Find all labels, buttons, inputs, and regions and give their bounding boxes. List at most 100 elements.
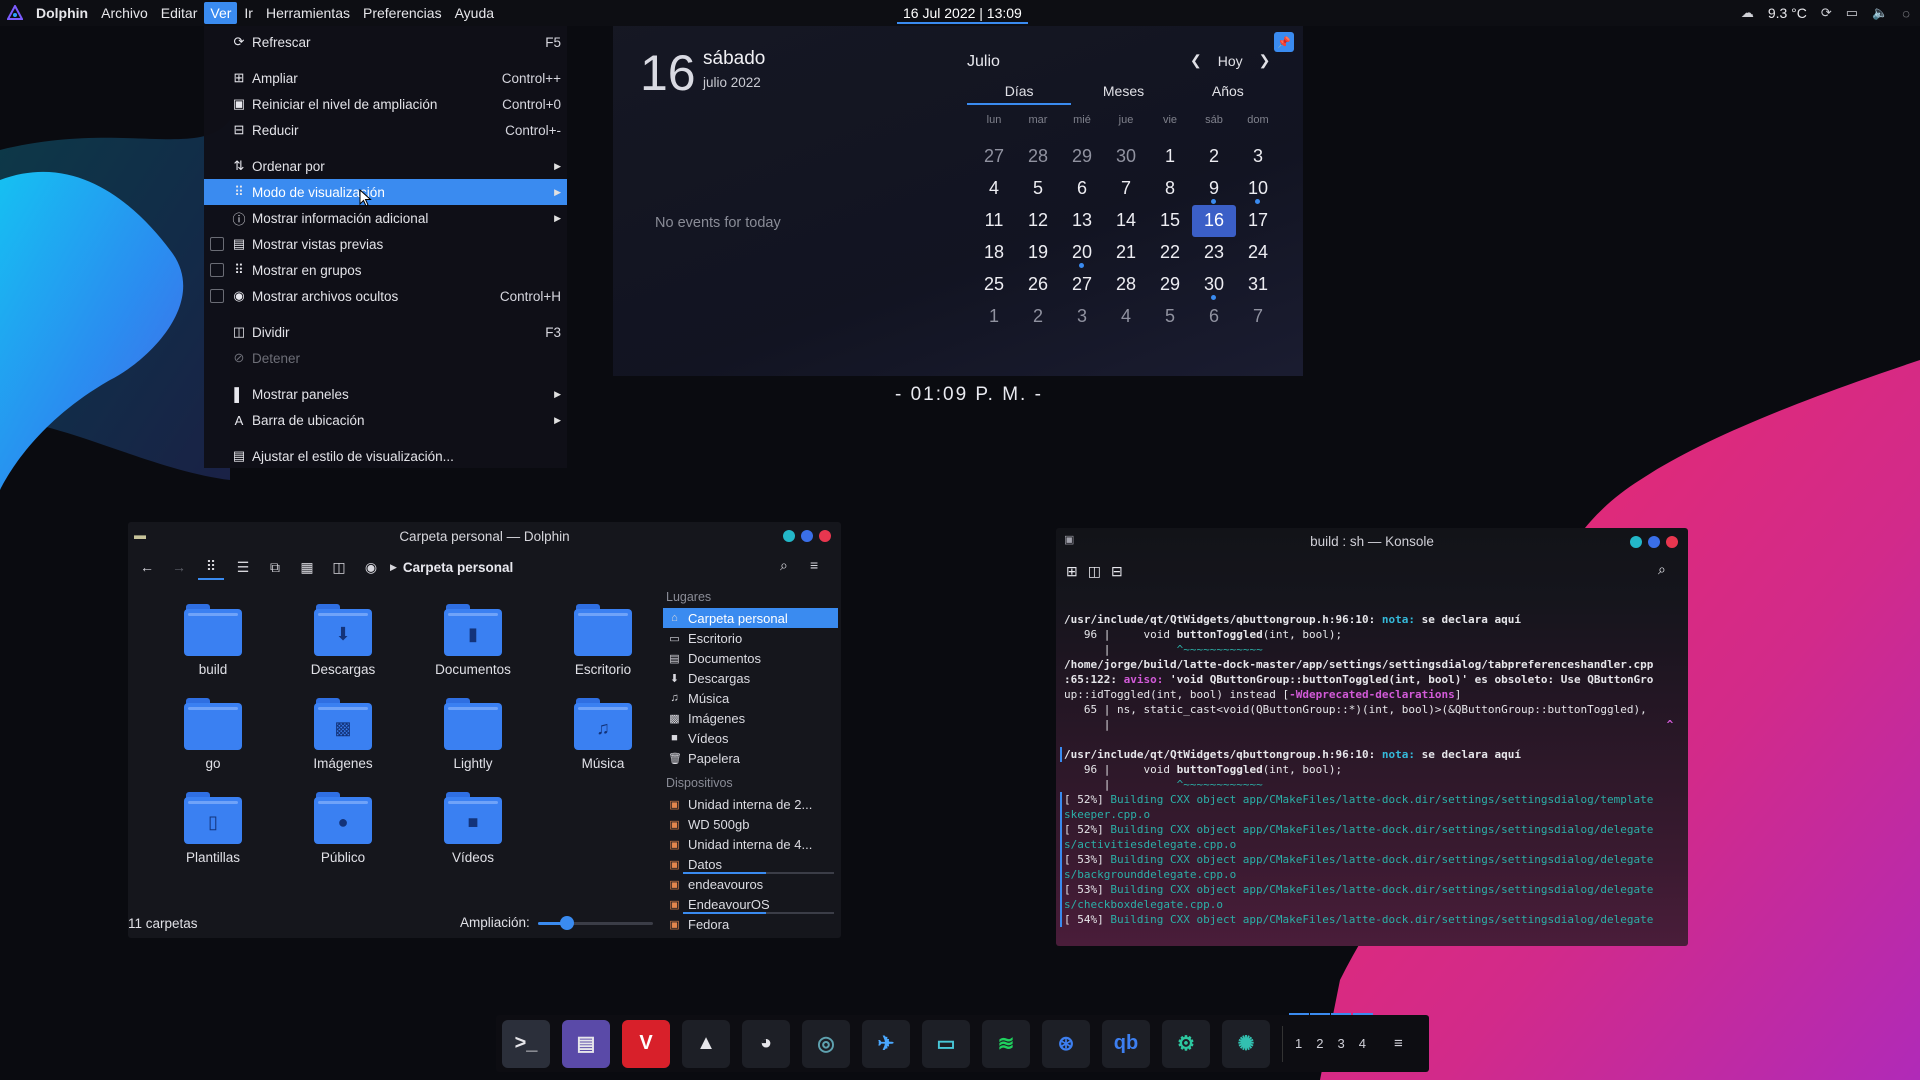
breadcrumb[interactable]: Carpeta personal [403, 560, 513, 575]
menu-item-reiniciar-ampliacion[interactable]: ▣ Reiniciar el nivel de ampliación Control… [204, 91, 567, 117]
calendar-month[interactable]: Julio [967, 53, 1000, 71]
zoom-slider[interactable] [538, 916, 653, 930]
tab-anos[interactable]: Años [1176, 83, 1280, 105]
calendar-day[interactable]: 29 [1148, 269, 1192, 301]
calendar-day[interactable]: 28 [1016, 141, 1060, 173]
calendar-day[interactable]: 10 [1236, 173, 1280, 205]
forward-icon[interactable]: → [166, 554, 192, 580]
terminal-icon[interactable]: >_ [502, 1019, 550, 1068]
vivaldi-icon[interactable]: V [622, 1019, 670, 1068]
calendar-day[interactable]: 16 [1192, 205, 1236, 237]
calendar-day[interactable]: 22 [1148, 237, 1192, 269]
launcher-logo-icon[interactable] [4, 2, 26, 24]
menu-item-info-adicional[interactable]: ⓘ Mostrar información adicional ▶ [204, 205, 567, 231]
menu-item-archivos-ocultos[interactable]: ◉ Mostrar archivos ocultos Control+H [204, 283, 567, 309]
calendar-day[interactable]: 11 [972, 205, 1016, 237]
calendar-day[interactable]: 13 [1060, 205, 1104, 237]
folder-item[interactable]: ▯ Plantillas [148, 792, 278, 886]
menu-herramientas[interactable]: Herramientas [260, 2, 356, 24]
settings-icon[interactable]: ⚙ [1162, 1019, 1210, 1068]
calendar-day[interactable]: 5 [1148, 301, 1192, 333]
folder-item[interactable]: ⬇ Descargas [278, 604, 408, 698]
folder-item[interactable]: ▩ Imágenes [278, 698, 408, 792]
device-item[interactable]: ▣ endeavouros [663, 874, 838, 894]
calendar-day[interactable]: 18 [972, 237, 1016, 269]
folder-item[interactable]: build [148, 604, 278, 698]
calendar-day[interactable]: 28 [1104, 269, 1148, 301]
checkbox[interactable] [210, 263, 224, 277]
previous-month-icon[interactable]: ❮ [1190, 52, 1202, 69]
device-item[interactable]: ▣ Unidad interna de 2... [663, 794, 838, 814]
dolphin-titlebar[interactable]: ▬ Carpeta personal — Dolphin [128, 522, 841, 550]
inkscape-icon[interactable]: ▲ [682, 1019, 730, 1068]
folder-item[interactable]: go [148, 698, 278, 792]
device-item[interactable]: ▣ Datos [663, 854, 838, 874]
places-item[interactable]: ⬇ Descargas [663, 668, 838, 688]
calendar-day[interactable]: 12 [1016, 205, 1060, 237]
menu-item-reducir[interactable]: ⊟ Reducir Control+- [204, 117, 567, 143]
tree-view-icon[interactable]: ⧉ [262, 554, 288, 580]
places-item[interactable]: ▤ Documentos [663, 648, 838, 668]
calendar-day[interactable]: 26 [1016, 269, 1060, 301]
calendar-day[interactable]: 3 [1236, 141, 1280, 173]
calendar-day[interactable]: 24 [1236, 237, 1280, 269]
aperture-icon[interactable]: ✺ [1222, 1019, 1270, 1068]
kdeconnect-icon[interactable]: ✈ [862, 1019, 910, 1068]
notifications-icon[interactable]: ◌ [1902, 6, 1910, 21]
maximize-button[interactable] [1648, 536, 1660, 548]
calendar-day[interactable]: 6 [1060, 173, 1104, 205]
places-item[interactable]: 🗑 Papelera [663, 748, 838, 768]
calendar-day[interactable]: 1 [972, 301, 1016, 333]
today-button[interactable]: Hoy [1218, 53, 1243, 69]
hamburger-menu-icon[interactable]: ≡ [810, 557, 818, 573]
konsole-titlebar[interactable]: ▣ build : sh — Konsole [1056, 528, 1688, 554]
desktop-3[interactable]: 3 [1331, 1013, 1352, 1051]
menu-archivo[interactable]: Archivo [95, 2, 154, 24]
split-icon[interactable]: ◫ [326, 554, 352, 580]
places-item[interactable]: ■ Vídeos [663, 728, 838, 748]
desktop-4[interactable]: 4 [1352, 1013, 1374, 1051]
calendar-day[interactable]: 23 [1192, 237, 1236, 269]
close-button[interactable] [1666, 536, 1678, 548]
qbittorrent-icon[interactable]: qb [1102, 1019, 1150, 1068]
temperature[interactable]: 9.3 °C [1768, 5, 1807, 21]
calendar-day[interactable]: 5 [1016, 173, 1060, 205]
folder-item[interactable]: Escritorio [538, 604, 668, 698]
calendar-day[interactable]: 20 [1060, 237, 1104, 269]
device-item[interactable]: ▣ Unidad interna de 4... [663, 834, 838, 854]
icons-view-icon[interactable]: ⠿ [198, 554, 224, 580]
panel-clock[interactable]: 16 Jul 2022 | 13:09 [897, 2, 1028, 24]
places-item[interactable]: ⌂ Carpeta personal [663, 608, 838, 628]
calendar-day[interactable]: 1 [1148, 141, 1192, 173]
split-horizontal-icon[interactable]: ◫ [1088, 563, 1101, 580]
pin-button[interactable]: 📌 [1274, 32, 1294, 52]
terminal-output[interactable]: /usr/include/qt/QtWidgets/qbuttongroup.h… [1060, 612, 1684, 927]
zoom-slider-handle[interactable] [559, 916, 574, 930]
desktop-1[interactable]: 1 [1288, 1013, 1310, 1051]
checkbox[interactable] [210, 237, 224, 251]
menu-item-refrescar[interactable]: ⟳ Refrescar F5 [204, 29, 567, 55]
menu-item-modo-visualizacion[interactable]: ⠿ Modo de visualización ▶ [204, 179, 567, 205]
calendar-day[interactable]: 7 [1104, 173, 1148, 205]
calendar-day[interactable]: 30 [1192, 269, 1236, 301]
places-item[interactable]: ▭ Escritorio [663, 628, 838, 648]
calendar-day[interactable]: 3 [1060, 301, 1104, 333]
menu-ayuda[interactable]: Ayuda [449, 2, 500, 24]
vlc-icon[interactable]: ▭ [922, 1019, 970, 1068]
menu-item-ajustar-estilo[interactable]: ▤ Ajustar el estilo de visualización... [204, 443, 567, 469]
menu-item-dividir[interactable]: ◫ Dividir F3 [204, 319, 567, 345]
calendar-day[interactable]: 6 [1192, 301, 1236, 333]
tab-meses[interactable]: Meses [1071, 83, 1175, 105]
places-item[interactable]: ▩ Imágenes [663, 708, 838, 728]
calendar-day[interactable]: 2 [1016, 301, 1060, 333]
places-item[interactable]: ♫ Música [663, 688, 838, 708]
next-month-icon[interactable]: ❯ [1259, 52, 1271, 69]
folder-item[interactable]: ▮ Documentos [408, 604, 538, 698]
calendar-day[interactable]: 2 [1192, 141, 1236, 173]
file-manager-icon[interactable]: ▤ [562, 1019, 610, 1068]
search-icon[interactable]: ⌕ [780, 557, 788, 574]
calendar-day[interactable]: 29 [1060, 141, 1104, 173]
gimp-icon[interactable]: ◕ [742, 1019, 790, 1068]
menu-preferencias[interactable]: Preferencias [357, 2, 448, 24]
menu-ir[interactable]: Ir [238, 2, 259, 24]
